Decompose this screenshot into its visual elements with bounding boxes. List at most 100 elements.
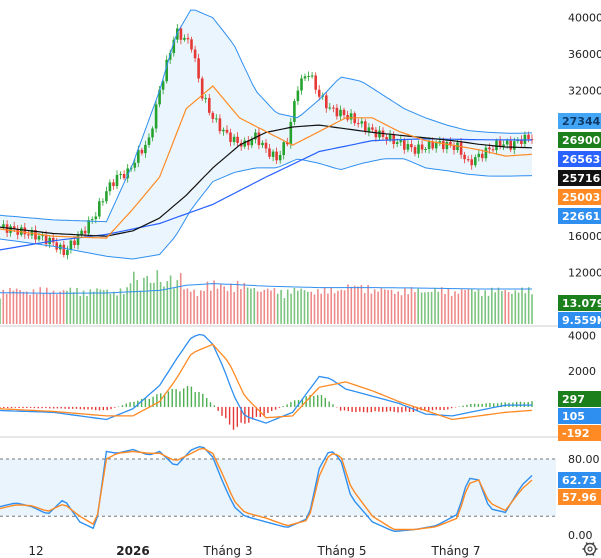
macd-histogram-bar: [37, 406, 39, 409]
volume-bar: [420, 292, 423, 324]
volume-bar: [286, 289, 289, 324]
macd-panel[interactable]: [0, 333, 533, 430]
gear-icon[interactable]: [582, 542, 598, 556]
macd-histogram-bar: [83, 406, 85, 410]
candle-body: [197, 58, 200, 79]
candle-body: [403, 140, 406, 150]
volume-bar: [434, 288, 436, 324]
volume-bar: [99, 289, 102, 324]
macd-histogram-bar: [217, 406, 219, 411]
x-tick-label: 12: [28, 544, 43, 558]
volume-bar: [200, 290, 202, 324]
volume-bar: [66, 290, 68, 324]
volume-bar: [521, 287, 523, 324]
volume-bar: [96, 288, 98, 324]
volume-bar: [79, 295, 82, 324]
macd-histogram-bar: [355, 406, 357, 413]
macd-histogram-bar: [328, 401, 330, 407]
volume-bar: [32, 289, 35, 324]
volume-bar: [72, 292, 75, 324]
volume-bar: [363, 293, 366, 324]
volume-bar: [511, 293, 513, 324]
volume-bar: [15, 288, 18, 324]
volume-bar: [450, 295, 453, 324]
volume-bar: [82, 290, 85, 324]
volume-bar: [213, 280, 215, 324]
candle-body: [222, 129, 225, 132]
volume-bar: [460, 289, 463, 324]
volume-bar: [12, 290, 15, 324]
volume-bar: [297, 290, 299, 324]
candle-body: [140, 149, 144, 154]
stock-chart[interactable]: 12 2026 Tháng 3 Tháng 5 Tháng 7 40000 36000 32…: [0, 0, 601, 558]
macd-histogram-bar: [91, 406, 93, 410]
candle-body: [122, 174, 126, 179]
y-tick-label: 4000: [568, 329, 596, 342]
volume-bar: [290, 293, 292, 324]
candle-body: [523, 134, 527, 144]
macd-histogram-bar: [198, 392, 200, 407]
macd-histogram-bar: [347, 406, 349, 411]
macd-histogram-bar: [64, 406, 66, 409]
macd-histogram-bar: [0, 406, 1, 408]
volume-bar: [153, 282, 155, 324]
macd-histogram-bar: [286, 404, 288, 407]
candle-body: [293, 101, 296, 122]
macd-histogram-bar: [175, 389, 177, 407]
candle-body: [193, 49, 197, 59]
macd-histogram-bar: [7, 406, 9, 409]
volume-bar: [193, 289, 195, 324]
candle-body: [367, 127, 371, 132]
candle-body: [498, 140, 502, 147]
macd-histogram-bar: [493, 403, 495, 407]
candle-body: [229, 132, 232, 142]
candle-body: [179, 28, 183, 40]
macd-histogram-bar: [389, 406, 392, 412]
candle-body: [133, 162, 137, 168]
svg-text:62.73: 62.73: [562, 474, 597, 487]
macd-histogram-bar: [33, 406, 36, 409]
volume-bar: [300, 288, 302, 324]
candle-body: [360, 121, 364, 124]
volume-bar: [230, 283, 232, 324]
candle-body: [87, 220, 90, 234]
svg-text:105: 105: [562, 410, 585, 423]
macd-histogram-bar: [248, 406, 250, 423]
volume-bar: [253, 288, 256, 324]
candle-body: [488, 147, 491, 150]
macd-histogram-bar: [106, 406, 108, 411]
macd-histogram-bar: [87, 406, 89, 410]
candle-body: [442, 141, 445, 150]
volume-bar: [397, 291, 399, 324]
candle-body: [445, 142, 449, 150]
volume-bar: [417, 288, 419, 324]
volume-bar: [320, 293, 322, 324]
candle-body: [314, 75, 317, 90]
volume-bar: [467, 289, 470, 324]
volume-bar: [196, 296, 199, 324]
volume-bar: [494, 292, 496, 324]
stochastic-panel[interactable]: [0, 445, 556, 533]
price-panel[interactable]: [0, 9, 601, 438]
volume-bar: [263, 289, 266, 324]
volume-bar: [487, 295, 490, 324]
macd-histogram-bar: [454, 406, 457, 408]
volume-bar: [52, 290, 55, 324]
volume-bar: [29, 294, 31, 324]
macd-histogram-bar: [485, 403, 487, 407]
volume-bar: [220, 284, 222, 324]
macd-histogram-bar: [251, 406, 254, 420]
macd-histogram-bar: [359, 406, 361, 412]
volume-bar: [400, 295, 403, 324]
svg-text:297: 297: [562, 393, 585, 406]
candle-body: [147, 137, 151, 145]
svg-text:26563: 26563: [562, 153, 600, 166]
macd-histogram-bar: [473, 403, 476, 407]
macd-histogram-bar: [29, 406, 32, 408]
volume-bar: [303, 290, 306, 324]
volume-bar: [350, 286, 353, 324]
volume-bar: [333, 293, 336, 324]
macd-histogram-bar: [290, 402, 292, 407]
candle-body: [289, 121, 293, 145]
volume-bar: [59, 291, 61, 324]
